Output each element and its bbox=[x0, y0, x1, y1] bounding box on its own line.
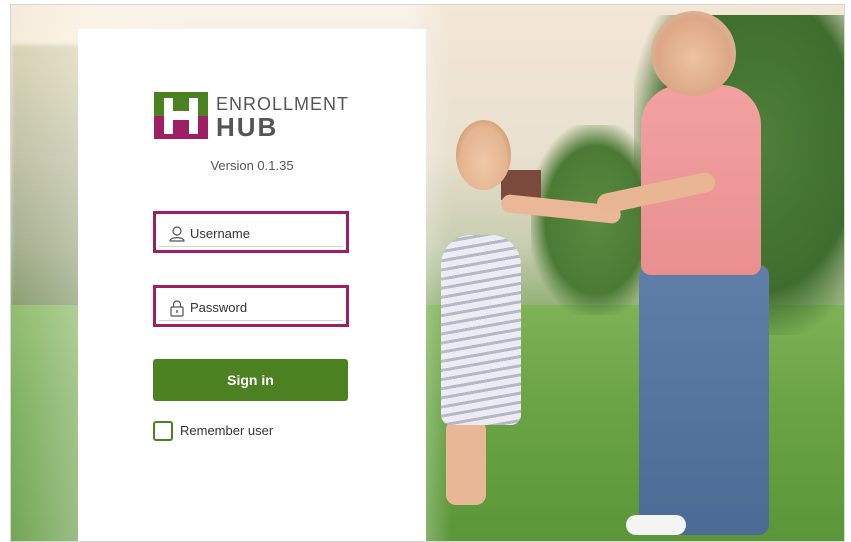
photo-girl-head bbox=[456, 120, 511, 190]
hub-logo-mark-icon bbox=[154, 92, 208, 139]
remember-user-label[interactable]: Remember user bbox=[180, 423, 273, 438]
sign-in-button[interactable]: Sign in bbox=[153, 359, 348, 401]
password-placeholder: Password bbox=[190, 300, 248, 315]
logo-text-hub: HUB bbox=[216, 112, 279, 142]
photo-woman-shoe bbox=[626, 515, 686, 535]
remember-user-checkbox[interactable] bbox=[153, 421, 173, 441]
login-panel: ENROLLMENT HUB Version 0.1.35 Username P… bbox=[78, 29, 426, 541]
app-window: ENROLLMENT HUB Version 0.1.35 Username P… bbox=[10, 4, 845, 542]
version-label: Version 0.1.35 bbox=[210, 158, 294, 173]
enrollment-hub-logo: ENROLLMENT HUB bbox=[154, 90, 354, 142]
password-field[interactable]: Password bbox=[153, 285, 349, 327]
password-input[interactable]: Password bbox=[159, 291, 343, 321]
photo-woman-jeans bbox=[639, 265, 769, 535]
photo-woman-head bbox=[651, 11, 736, 96]
photo-girl-dress bbox=[441, 235, 521, 425]
lock-icon bbox=[170, 300, 184, 317]
photo-girl-legs bbox=[446, 420, 486, 505]
user-icon bbox=[169, 226, 185, 242]
username-input[interactable]: Username bbox=[159, 217, 343, 247]
username-placeholder: Username bbox=[190, 226, 250, 241]
username-field[interactable]: Username bbox=[153, 211, 349, 253]
remember-user-option[interactable]: Remember user bbox=[153, 421, 353, 441]
